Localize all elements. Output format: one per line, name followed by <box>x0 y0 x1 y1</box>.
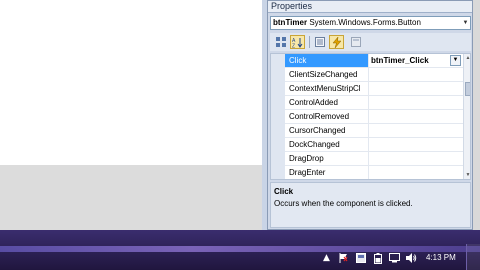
chevron-down-icon[interactable]: ▼ <box>450 55 461 66</box>
event-name[interactable]: Click <box>285 54 369 67</box>
scroll-down-icon[interactable]: ▼ <box>464 171 470 179</box>
network-icon[interactable] <box>388 252 401 264</box>
event-name[interactable]: ClientSizeChanged <box>285 68 369 81</box>
event-handler-value[interactable]: btnTimer_Click ▼ <box>369 54 463 67</box>
grid-margin <box>271 54 285 179</box>
scroll-thumb[interactable] <box>465 82 470 96</box>
power-icon[interactable] <box>371 252 384 264</box>
events-icon <box>331 36 342 48</box>
properties-window: Properties btnTimer System.Windows.Forms… <box>267 0 473 230</box>
selected-object-name: btnTimer <box>273 18 308 27</box>
event-row[interactable]: DragDrop <box>285 152 463 166</box>
alphabetical-icon: AZ <box>292 37 303 48</box>
event-handler-value[interactable] <box>369 124 463 137</box>
alphabetical-button[interactable]: AZ <box>290 35 305 49</box>
event-row-click[interactable]: Click btnTimer_Click ▼ <box>285 54 463 68</box>
event-row[interactable]: DockChanged <box>285 138 463 152</box>
chevron-down-icon[interactable]: ▼ <box>462 19 469 27</box>
event-name[interactable]: DragDrop <box>285 152 369 165</box>
selected-object-type: System.Windows.Forms.Button <box>309 18 421 27</box>
side-margin <box>473 0 480 230</box>
event-row[interactable]: CursorChanged <box>285 124 463 138</box>
app-tray-icon[interactable] <box>354 252 367 264</box>
event-row[interactable]: ClientSizeChanged <box>285 68 463 82</box>
event-name[interactable]: ControlRemoved <box>285 110 369 123</box>
description-title: Click <box>274 187 294 196</box>
event-handler-value[interactable] <box>369 166 463 179</box>
show-desktop-button[interactable] <box>466 244 480 270</box>
event-row[interactable]: ControlAdded <box>285 96 463 110</box>
event-row[interactable]: ContextMenuStripCl <box>285 82 463 96</box>
action-center-flag-icon[interactable] <box>337 252 350 264</box>
taskbar-clock[interactable]: 4:13 PM <box>426 252 456 264</box>
object-selector-dropdown[interactable]: btnTimer System.Windows.Forms.Button ▼ <box>270 16 471 30</box>
property-grid: Click btnTimer_Click ▼ ClientSizeChanged… <box>270 53 471 180</box>
system-tray: ▲ <box>320 250 422 266</box>
properties-toolbar: AZ <box>270 33 471 51</box>
categorized-button[interactable] <box>273 35 288 49</box>
properties-title[interactable]: Properties <box>268 1 472 13</box>
svg-text:Z: Z <box>292 43 295 48</box>
property-grid-scrollbar[interactable]: ▲ ▼ <box>463 54 470 179</box>
event-handler-value[interactable] <box>369 82 463 95</box>
event-handler-value[interactable] <box>369 152 463 165</box>
show-hidden-icons-icon[interactable]: ▲ <box>320 252 333 264</box>
event-name[interactable]: DragEnter <box>285 166 369 179</box>
event-handler-text: btnTimer_Click <box>371 56 429 65</box>
event-handler-value[interactable] <box>369 68 463 81</box>
event-row[interactable]: DragEnter <box>285 166 463 179</box>
scroll-up-icon[interactable]: ▲ <box>464 54 470 62</box>
toolbar-separator <box>309 36 310 48</box>
component-tray-area <box>0 165 266 230</box>
event-handler-value[interactable] <box>369 110 463 123</box>
properties-icon <box>314 37 325 47</box>
properties-button[interactable] <box>312 35 327 49</box>
event-handler-value[interactable] <box>369 138 463 151</box>
property-pages-icon <box>350 37 361 47</box>
event-name[interactable]: DockChanged <box>285 138 369 151</box>
property-pages-button[interactable] <box>348 35 363 49</box>
event-row[interactable]: ControlRemoved <box>285 110 463 124</box>
event-name[interactable]: ControlAdded <box>285 96 369 109</box>
categorized-icon <box>275 37 286 47</box>
event-name[interactable]: CursorChanged <box>285 124 369 137</box>
events-button[interactable] <box>329 35 344 49</box>
form-designer-surface[interactable] <box>0 0 262 165</box>
event-name[interactable]: ContextMenuStripCl <box>285 82 369 95</box>
description-text: Occurs when the component is clicked. <box>274 199 413 208</box>
description-pane: Click Occurs when the component is click… <box>270 182 471 228</box>
event-handler-value[interactable] <box>369 96 463 109</box>
volume-icon[interactable] <box>405 252 418 264</box>
